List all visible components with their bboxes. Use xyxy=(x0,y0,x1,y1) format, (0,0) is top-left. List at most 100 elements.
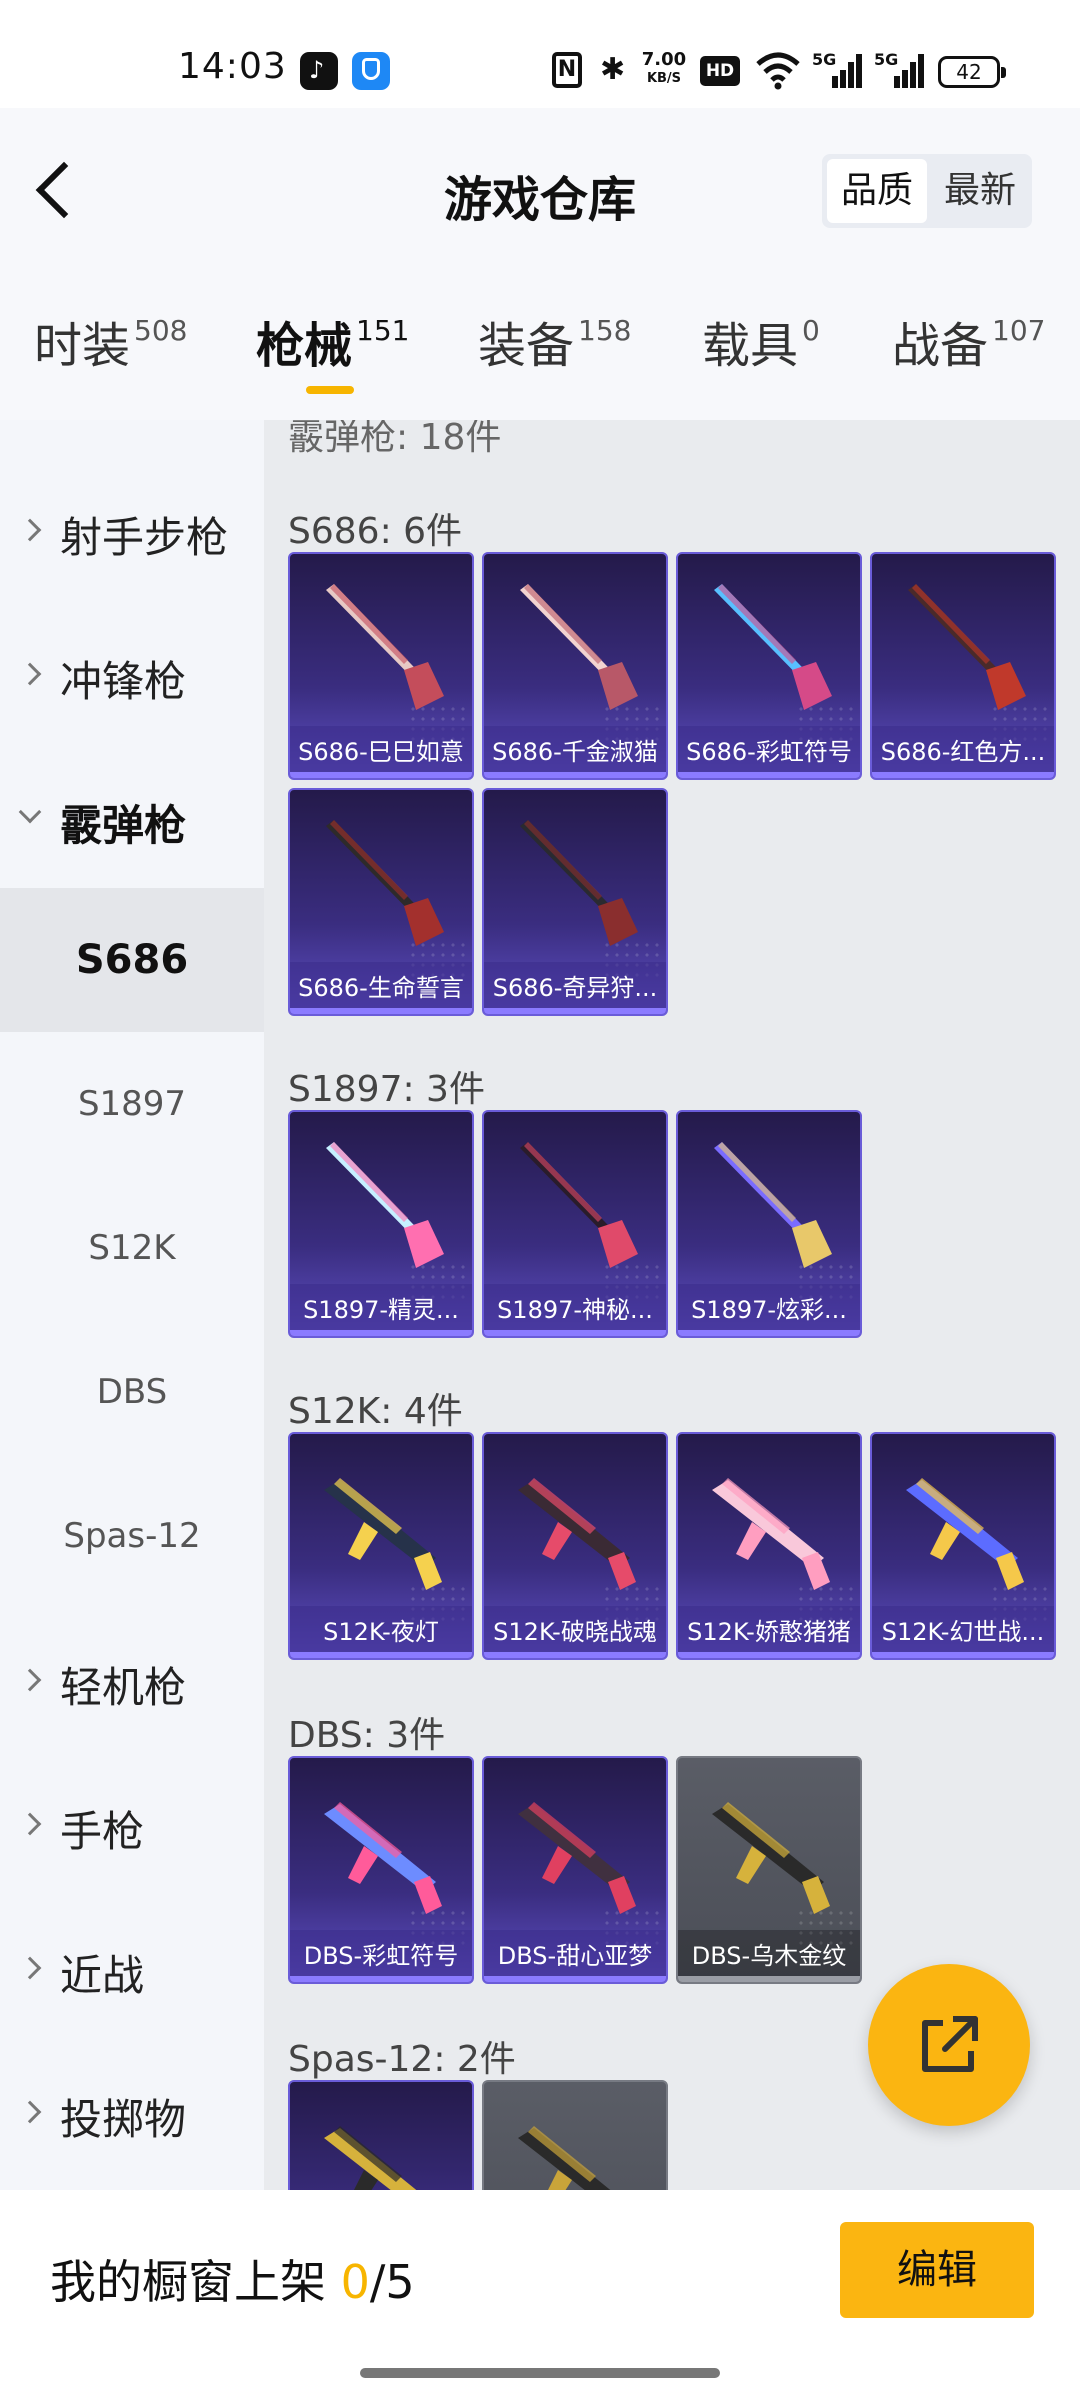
rarity-bar xyxy=(484,1652,666,1658)
sidebar-item-smg[interactable]: 冲锋枪 xyxy=(0,604,264,748)
showcase-status: 我的橱窗上架 0/5 xyxy=(50,2246,415,2312)
sort-latest-button[interactable]: 最新 xyxy=(932,159,1028,223)
section-title: S686: 6件 xyxy=(288,511,463,552)
weapon-skin-card[interactable] xyxy=(482,2080,668,2190)
sidebar-item-throwables[interactable]: 投掷物 xyxy=(0,2042,264,2186)
share-fab-button[interactable] xyxy=(868,1964,1030,2126)
weapon-skin-card[interactable]: DBS-彩虹符号 xyxy=(288,1756,474,1984)
rarity-bar xyxy=(872,772,1054,778)
weapon-skin-card[interactable]: S686-彩虹符号 xyxy=(676,552,862,780)
sidebar-item-shotgun[interactable]: 霰弹枪 xyxy=(0,748,264,892)
weapon-skin-card[interactable]: S686-千金淑猫 xyxy=(482,552,668,780)
weapon-skin-name: DBS-彩虹符号 xyxy=(290,1930,472,1982)
chevron-right-icon xyxy=(18,1956,42,1980)
weapon-skin-name: S686-奇异狩... xyxy=(484,962,666,1014)
sidebar-sub-s686[interactable]: S686 xyxy=(0,888,264,1032)
sort-toggle: 品质 最新 xyxy=(822,154,1032,228)
home-indicator xyxy=(360,2368,720,2378)
rarity-bar xyxy=(290,1330,472,1336)
sidebar-sub-s12k[interactable]: S12K xyxy=(0,1176,264,1320)
tab-label: 枪械 xyxy=(256,318,353,374)
tab-vehicles[interactable]: 载具 0 xyxy=(702,306,820,396)
tab-outfits[interactable]: 时装 508 xyxy=(34,306,187,396)
weapon-skin-name: S686-红色方... xyxy=(872,726,1054,778)
weapon-skin-card[interactable]: S1897-炫彩... xyxy=(676,1110,862,1338)
chevron-right-icon xyxy=(18,518,42,542)
weapon-skin-card[interactable]: S12K-破晓战魂 xyxy=(482,1432,668,1660)
sidebar-item-label: 手枪 xyxy=(60,1807,145,1856)
edit-button[interactable]: 编辑 xyxy=(840,2222,1034,2318)
weapon-image xyxy=(518,1802,636,1914)
weapon-skin-card[interactable]: DBS-甜心亚梦 xyxy=(482,1756,668,1984)
tab-guns[interactable]: 枪械 151 xyxy=(256,306,409,396)
rarity-bar xyxy=(290,1976,472,1982)
weapon-skin-name: S12K-幻世战... xyxy=(872,1606,1054,1658)
weapon-skin-name: S686-千金淑猫 xyxy=(484,726,666,778)
rarity-bar xyxy=(484,1330,666,1336)
weapon-image xyxy=(326,820,444,946)
weapon-image xyxy=(906,1478,1024,1590)
weapon-skin-card[interactable]: S1897-神秘... xyxy=(482,1110,668,1338)
weapon-image xyxy=(326,584,444,710)
showcase-count: 0 xyxy=(340,2255,370,2309)
network-speed-value: 7.00 xyxy=(641,49,687,70)
rarity-bar xyxy=(872,1652,1054,1658)
nfc-icon: N xyxy=(552,52,582,88)
weapon-skin-name: DBS-乌木金纹 xyxy=(678,1930,860,1982)
sidebar-item-melee[interactable]: 近战 xyxy=(0,1898,264,2042)
tab-count: 151 xyxy=(356,314,410,347)
rarity-bar xyxy=(290,1652,472,1658)
status-time: 14:03 xyxy=(178,46,287,87)
tab-label: 装备 xyxy=(478,318,575,374)
weapon-skin-card[interactable]: S686-生命誓言 xyxy=(288,788,474,1016)
sort-quality-button[interactable]: 品质 xyxy=(827,159,927,223)
sidebar-sub-dbs[interactable]: DBS xyxy=(0,1320,264,1464)
weapon-skin-card[interactable]: S12K-娇憨猪猪 xyxy=(676,1432,862,1660)
bottom-bar: 我的橱窗上架 0/5 编辑 xyxy=(0,2190,1080,2400)
weapon-skin-card[interactable]: DBS-乌木金纹 xyxy=(676,1756,862,1984)
weapon-skin-card[interactable] xyxy=(288,2080,474,2190)
sidebar-item-label: 霰弹枪 xyxy=(60,801,187,850)
shield-app-icon xyxy=(352,52,390,90)
weapon-skin-name: S1897-炫彩... xyxy=(678,1284,860,1336)
chevron-down-icon xyxy=(18,800,42,824)
weapon-image xyxy=(520,584,638,710)
rarity-bar xyxy=(678,1976,860,1982)
weapon-image xyxy=(518,1478,636,1590)
tab-supplies[interactable]: 战备 107 xyxy=(892,306,1045,396)
status-bar: 14:03 ♪ N ✱ 7.00 KB/S HD 5G 5G 42 xyxy=(0,0,1080,108)
wifi-icon xyxy=(756,52,800,90)
weapon-image xyxy=(520,1142,638,1268)
weapon-image xyxy=(714,584,832,710)
tab-count: 158 xyxy=(578,314,632,347)
weapon-image xyxy=(908,584,1026,710)
sidebar-item-lmg[interactable]: 轻机枪 xyxy=(0,1610,264,1754)
weapon-image xyxy=(324,2126,417,2190)
weapon-skin-card[interactable]: S12K-夜灯 xyxy=(288,1432,474,1660)
section-title: S1897: 3件 xyxy=(288,1069,485,1110)
weapon-skin-card[interactable]: S12K-幻世战... xyxy=(870,1432,1056,1660)
weapon-image xyxy=(326,1142,444,1268)
hd-voice-icon: HD xyxy=(700,56,740,86)
weapon-image xyxy=(324,1802,442,1914)
item-grid-panel[interactable]: 霰弹枪: 18件 S686: 6件 S686-巳巳如意 S686-千金淑猫 S686-… xyxy=(264,420,1080,2190)
weapon-skin-name: S12K-破晓战魂 xyxy=(484,1606,666,1658)
tab-equipment[interactable]: 装备 158 xyxy=(478,306,631,396)
weapon-skin-card[interactable]: S686-奇异狩... xyxy=(482,788,668,1016)
rarity-bar xyxy=(484,1008,666,1014)
signal-1-label: 5G xyxy=(812,50,837,69)
sidebar-sub-spas12[interactable]: Spas-12 xyxy=(0,1464,264,1608)
sidebar-sub-s1897[interactable]: S1897 xyxy=(0,1032,264,1176)
weapon-skin-card[interactable]: S686-红色方... xyxy=(870,552,1056,780)
sidebar-item-pistol[interactable]: 手枪 xyxy=(0,1754,264,1898)
rarity-bar xyxy=(484,772,666,778)
sidebar-item-marksman-rifle[interactable]: 射手步枪 xyxy=(0,460,264,604)
tiktok-icon: ♪ xyxy=(300,52,338,90)
rarity-bar xyxy=(678,1330,860,1336)
weapon-image xyxy=(520,820,638,946)
tab-count: 107 xyxy=(992,314,1046,347)
weapon-skin-card[interactable]: S1897-精灵... xyxy=(288,1110,474,1338)
weapon-skin-card[interactable]: S686-巳巳如意 xyxy=(288,552,474,780)
weapon-skin-name: S1897-神秘... xyxy=(484,1284,666,1336)
rarity-bar xyxy=(678,1652,860,1658)
